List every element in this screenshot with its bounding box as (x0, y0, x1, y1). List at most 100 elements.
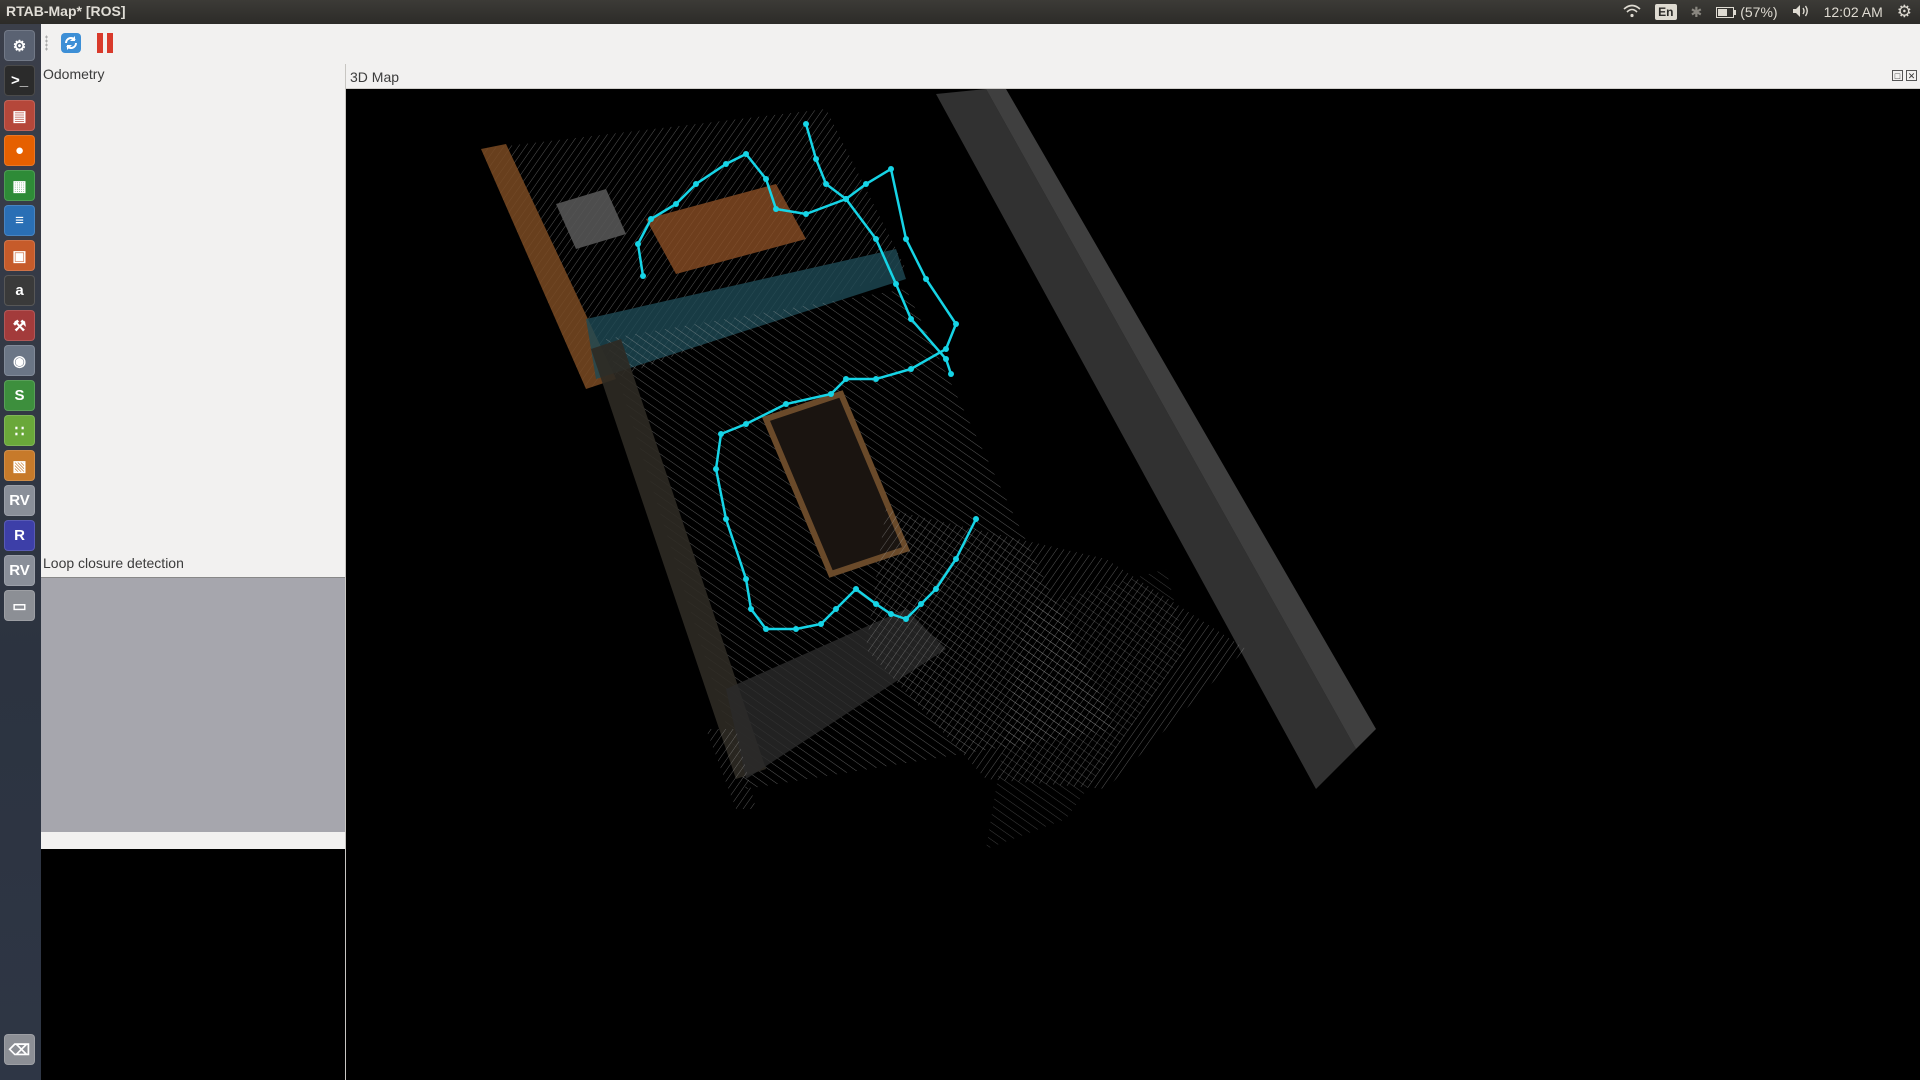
battery-indicator[interactable]: (57%) (1716, 4, 1778, 20)
box-icon: ▧ (12, 457, 27, 475)
bluetooth-icon[interactable]: ✱ (1691, 4, 1703, 21)
trajectory-node (873, 376, 879, 382)
slides-launcher[interactable]: S (4, 380, 35, 411)
rviz-icon: RV (9, 492, 30, 509)
trajectory-node (843, 196, 849, 202)
terminal-icon: >_ (10, 72, 29, 89)
trajectory-node (893, 281, 899, 287)
trajectory-node (853, 586, 859, 592)
trajectory-node (873, 601, 879, 607)
trajectory-node (803, 121, 809, 127)
trajectory-node (943, 356, 949, 362)
trajectory-node (648, 216, 654, 222)
clock[interactable]: 12:02 AM (1824, 4, 1883, 20)
loop-closure-label: Loop closure detection (43, 555, 184, 571)
trajectory-node (635, 241, 641, 247)
spreadsheet-icon: ▦ (12, 177, 27, 195)
3d-map-view[interactable] (346, 89, 1920, 1080)
rtabmap-launcher[interactable]: R (4, 520, 35, 551)
trajectory-node (743, 576, 749, 582)
keyboard-layout-indicator[interactable]: En (1655, 4, 1677, 20)
loop-closure-loop-image[interactable] (41, 849, 346, 1080)
trajectory-node (813, 156, 819, 162)
trajectory-node (783, 401, 789, 407)
pause-icon (97, 33, 113, 53)
trajectory-node (933, 586, 939, 592)
trajectory-node (943, 346, 949, 352)
firefox-launcher[interactable]: ● (4, 135, 35, 166)
camera-launcher[interactable]: ◉ (4, 345, 35, 376)
r-app-icon: R (14, 527, 25, 544)
odometry-label: Odometry (43, 66, 105, 82)
trajectory-node (903, 616, 909, 622)
launcher: ⚙ >_ ▤ ● ▦ ≡ ▣ a ⚒ ◉ S ∷ ▧ RV R RV ▭ ⌫ (0, 24, 42, 1080)
files-launcher[interactable]: ▤ (4, 100, 35, 131)
trajectory-node (903, 236, 909, 242)
wifi-icon[interactable] (1623, 4, 1641, 21)
package-launcher[interactable]: ▧ (4, 450, 35, 481)
system-tools-launcher[interactable]: ⚒ (4, 310, 35, 341)
grid-app-launcher[interactable]: ∷ (4, 415, 35, 446)
refresh-icon (61, 33, 81, 53)
map-dock: 3D Map □ ✕ (345, 64, 1920, 1080)
battery-icon (1716, 6, 1737, 18)
trajectory-node (693, 181, 699, 187)
window-title: RTAB-Map* [ROS] (6, 3, 126, 19)
drive-icon: ▭ (12, 597, 27, 615)
terminal-launcher[interactable]: >_ (4, 65, 35, 96)
trajectory-node (843, 376, 849, 382)
rtabmap-window: Odometry Loop closure detection 3D Map □… (41, 24, 1920, 1080)
main-toolbar (41, 24, 1920, 62)
trajectory-node (888, 611, 894, 617)
float-dock-button[interactable]: □ (1892, 70, 1903, 81)
trajectory-node (833, 606, 839, 612)
system-settings-launcher[interactable]: ⚙ (4, 30, 35, 61)
trajectory-node (823, 181, 829, 187)
loop-closure-scrollbar[interactable] (41, 832, 346, 849)
trajectory-node (873, 236, 879, 242)
trajectory-node (908, 316, 914, 322)
trash-launcher[interactable]: ⌫ (4, 1034, 35, 1065)
trajectory-node (818, 621, 824, 627)
drive-launcher[interactable]: ▭ (4, 590, 35, 621)
loop-closure-image-view[interactable] (41, 577, 346, 833)
trajectory-node (918, 601, 924, 607)
amazon-launcher[interactable]: a (4, 275, 35, 306)
wrench-icon: ⚒ (12, 317, 27, 335)
trajectory-node (908, 366, 914, 372)
trajectory-node (828, 391, 834, 397)
map-titlebar: 3D Map □ ✕ (346, 64, 1920, 89)
trajectory-node (888, 166, 894, 172)
calc-launcher[interactable]: ▦ (4, 170, 35, 201)
rviz-icon: RV (9, 562, 30, 579)
dots-grid-icon: ∷ (14, 422, 25, 440)
trajectory-node (640, 273, 646, 279)
trajectory-node (743, 421, 749, 427)
trajectory-node (748, 606, 754, 612)
trajectory-node (763, 626, 769, 632)
trajectory-node (973, 516, 979, 522)
gear-icon: ⚙ (12, 37, 27, 55)
impress-launcher[interactable]: ▣ (4, 240, 35, 271)
folder-icon: ▤ (12, 107, 27, 125)
battery-percent: (57%) (1740, 4, 1778, 20)
trajectory-node (953, 556, 959, 562)
trajectory-node (773, 206, 779, 212)
amazon-icon: a (15, 282, 24, 299)
firefox-icon: ● (14, 142, 25, 159)
trajectory-node (743, 151, 749, 157)
camera-icon: ◉ (12, 352, 27, 370)
trajectory-node (673, 201, 679, 207)
s-app-icon: S (14, 387, 25, 404)
trajectory-node (723, 161, 729, 167)
close-dock-button[interactable]: ✕ (1906, 70, 1917, 81)
volume-icon[interactable] (1792, 4, 1810, 21)
left-dock-panel: Odometry Loop closure detection (41, 62, 346, 1080)
rviz-launcher-2[interactable]: RV (4, 555, 35, 586)
refresh-button[interactable] (59, 31, 83, 55)
pause-button[interactable] (93, 31, 117, 55)
rviz-launcher-1[interactable]: RV (4, 485, 35, 516)
toolbar-grip[interactable] (45, 35, 48, 51)
writer-launcher[interactable]: ≡ (4, 205, 35, 236)
session-gear-icon[interactable]: ⚙ (1897, 2, 1912, 22)
